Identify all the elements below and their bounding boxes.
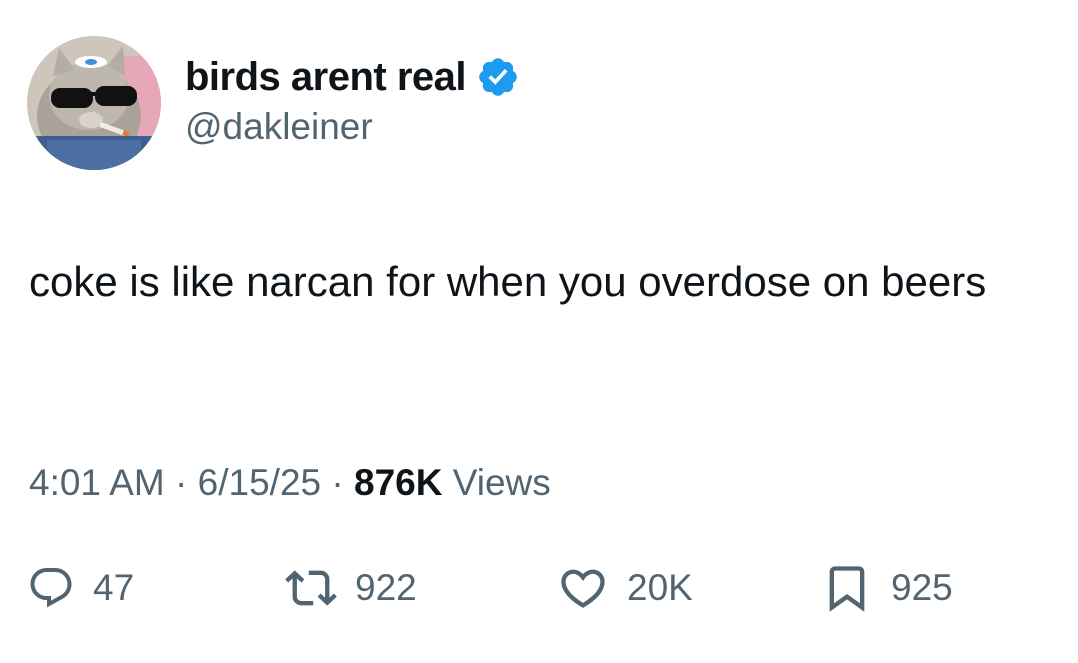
like-button[interactable]: 20K bbox=[557, 558, 693, 618]
author-names: birds arent real @dakleiner bbox=[185, 52, 520, 148]
meta-separator: · bbox=[175, 462, 188, 503]
verified-badge-icon[interactable] bbox=[476, 55, 520, 99]
tweet-meta: 4:01 AM · 6/15/25 · 876K Views bbox=[29, 462, 551, 504]
bookmark-icon bbox=[829, 566, 865, 612]
meta-separator: · bbox=[331, 462, 344, 503]
views-label: Views bbox=[452, 462, 551, 503]
repost-button[interactable]: 922 bbox=[285, 558, 417, 618]
action-bar: 47 922 20K 925 bbox=[27, 558, 1057, 618]
bookmark-count: 925 bbox=[891, 567, 953, 608]
tweet-text: coke is like narcan for when you overdos… bbox=[29, 258, 987, 305]
reply-icon bbox=[30, 568, 72, 608]
tweet-time[interactable]: 4:01 AM bbox=[29, 462, 165, 503]
like-count: 20K bbox=[627, 567, 693, 608]
bookmark-button[interactable]: 925 bbox=[821, 558, 953, 618]
reply-count: 47 bbox=[93, 567, 135, 608]
avatar-cat-image bbox=[27, 36, 161, 170]
views-count: 876K bbox=[354, 462, 443, 503]
reply-button[interactable]: 47 bbox=[27, 558, 134, 618]
repost-count: 922 bbox=[355, 567, 417, 608]
tweet-date[interactable]: 6/15/25 bbox=[198, 462, 321, 503]
display-name[interactable]: birds arent real bbox=[185, 55, 467, 100]
display-name-row: birds arent real bbox=[185, 52, 520, 102]
tweet-header: birds arent real @dakleiner bbox=[27, 36, 1027, 176]
heart-icon bbox=[561, 569, 605, 608]
repost-icon bbox=[285, 570, 337, 606]
handle[interactable]: @dakleiner bbox=[185, 106, 520, 148]
avatar[interactable] bbox=[27, 36, 161, 170]
